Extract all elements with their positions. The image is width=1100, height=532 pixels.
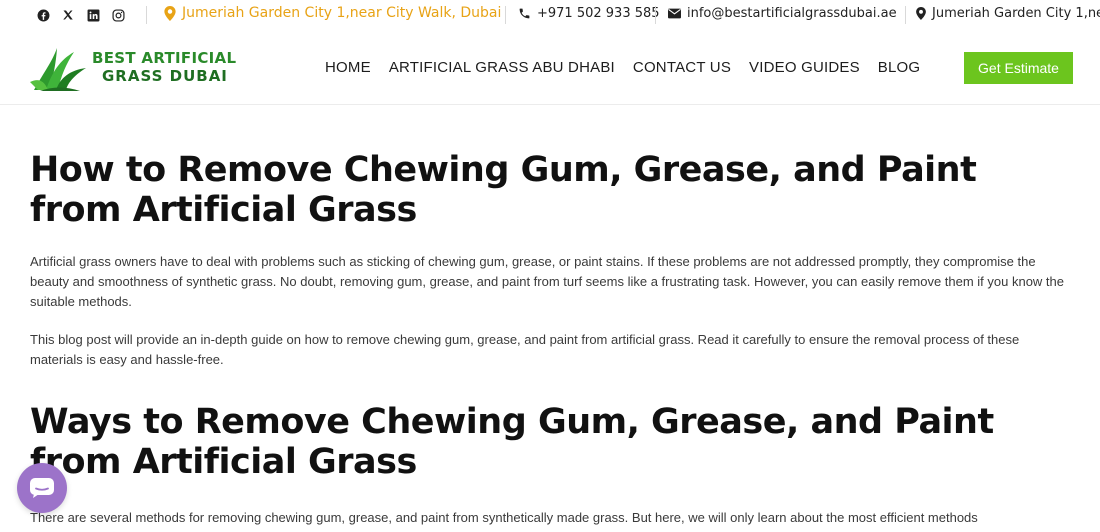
address-secondary[interactable]: Jumeriah Garden City 1,nea (916, 6, 1100, 21)
article: How to Remove Chewing Gum, Grease, and P… (30, 150, 1075, 528)
phone-icon (519, 8, 530, 19)
nav-video-guides[interactable]: VIDEO GUIDES (749, 59, 860, 76)
nav-contact-us[interactable]: CONTACT US (633, 59, 731, 76)
facebook-icon[interactable] (36, 8, 50, 22)
email-text: info@bestartificialgrassdubai.ae (687, 6, 897, 21)
logo-line-1: BEST ARTIFICIAL (92, 49, 237, 67)
get-estimate-button[interactable]: Get Estimate (964, 52, 1073, 84)
intro-paragraph-1: Artificial grass owners have to deal wit… (30, 254, 1065, 309)
address-primary-text: Jumeriah Garden City 1,near City Walk, D… (182, 5, 502, 21)
page-title: How to Remove Chewing Gum, Grease, and P… (30, 150, 977, 230)
x-icon[interactable] (61, 8, 75, 22)
nav-home[interactable]: HOME (325, 59, 371, 76)
top-bar: Jumeriah Garden City 1,near City Walk, D… (0, 0, 1100, 30)
location-pin-icon (164, 5, 176, 21)
address-secondary-text: Jumeriah Garden City 1,nea (932, 6, 1100, 21)
site-header: BEST ARTIFICIAL GRASS DUBAI HOME ARTIFIC… (0, 30, 1100, 105)
email-link[interactable]: info@bestartificialgrassdubai.ae (668, 6, 897, 21)
site-logo[interactable]: BEST ARTIFICIAL GRASS DUBAI (30, 42, 236, 92)
logo-text: BEST ARTIFICIAL GRASS DUBAI (92, 49, 236, 85)
nav-blog[interactable]: BLOG (878, 59, 920, 76)
section-heading: Ways to Remove Chewing Gum, Grease, and … (30, 402, 994, 482)
divider (505, 6, 506, 24)
phone-link[interactable]: +971 502 933 585 (518, 6, 660, 21)
intro-paragraph-2: This blog post will provide an in-depth … (30, 332, 1020, 367)
divider (905, 6, 906, 24)
location-pin-icon (916, 7, 926, 20)
linkedin-icon[interactable] (86, 8, 100, 22)
phone-text: +971 502 933 585 (537, 6, 660, 21)
grass-logo-icon (30, 48, 86, 91)
divider (146, 6, 147, 24)
logo-line-2: GRASS DUBAI (102, 67, 228, 85)
nav-artificial-grass-abu-dhabi[interactable]: ARTIFICIAL GRASS ABU DHABI (389, 59, 615, 76)
chat-widget-button[interactable] (17, 463, 67, 513)
envelope-icon (668, 8, 681, 19)
address-primary[interactable]: Jumeriah Garden City 1,near City Walk, D… (164, 5, 501, 21)
chat-icon (30, 478, 54, 498)
divider (655, 6, 656, 24)
instagram-icon[interactable] (111, 8, 125, 22)
section-paragraph: There are several methods for removing c… (30, 510, 978, 525)
main-nav: HOME ARTIFICIAL GRASS ABU DHABI CONTACT … (325, 59, 920, 76)
